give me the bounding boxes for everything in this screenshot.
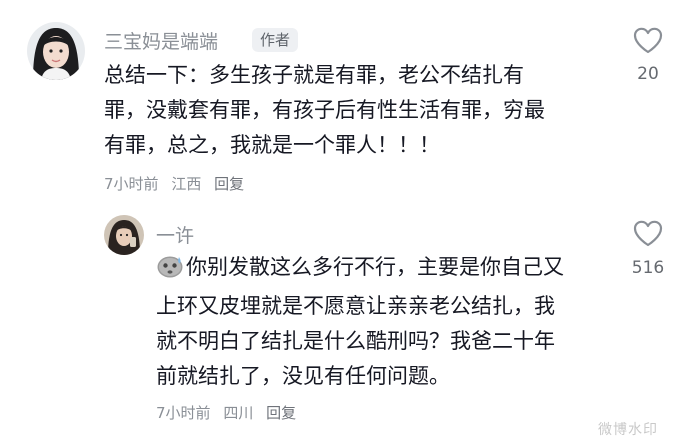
comment-username[interactable]: 三宝妈是端端: [104, 27, 218, 54]
comment-line: 上环又皮埋就是不愿意让亲亲老公结扎，我: [156, 294, 555, 318]
comment-text: 总结一下：多生孩子就是有罪，老公不结扎有 罪，没戴套有罪，有孩子后有性生活有罪，…: [104, 58, 604, 163]
comment-meta: 7小时前 江西 回复: [104, 173, 252, 194]
comment-location: 江西: [171, 175, 202, 193]
comment-line: 罪，没戴套有罪，有孩子后有性生活有罪，穷最: [104, 98, 545, 122]
avatar[interactable]: [104, 215, 144, 255]
heart-outline-icon[interactable]: [633, 220, 663, 247]
comment-time: 7小时前: [156, 404, 211, 422]
comment-meta: 7小时前 四川 回复: [156, 402, 304, 423]
comment-line: 有罪，总之，我就是一个罪人！！！: [104, 133, 440, 157]
heart-outline-icon[interactable]: [633, 27, 663, 54]
like-count: 516: [631, 258, 665, 278]
comment-time: 7小时前: [104, 175, 159, 193]
reply-button[interactable]: 回复: [214, 175, 244, 193]
like-count: 20: [637, 64, 659, 84]
sweating-face-emoji: [156, 254, 184, 289]
reply-button[interactable]: 回复: [266, 404, 296, 422]
comment-location: 四川: [223, 404, 254, 422]
author-badge: 作者: [252, 28, 299, 52]
watermark: 微博水印: [598, 422, 658, 438]
comment-line: 你别发散这么多行不行，主要是你自己又: [186, 255, 564, 279]
comment-line: 总结一下：多生孩子就是有罪，老公不结扎有: [104, 63, 524, 87]
comment-line: 前就结扎了，没见有任何问题。: [156, 364, 450, 388]
avatar[interactable]: [27, 22, 85, 80]
comment-username[interactable]: 一许: [156, 221, 194, 248]
comment-text: 你别发散这么多行不行，主要是你自己又 上环又皮埋就是不愿意让亲亲老公结扎，我 就…: [156, 250, 606, 394]
comment-line: 就不明白了结扎是什么酷刑吗？我爸二十年: [156, 329, 555, 353]
